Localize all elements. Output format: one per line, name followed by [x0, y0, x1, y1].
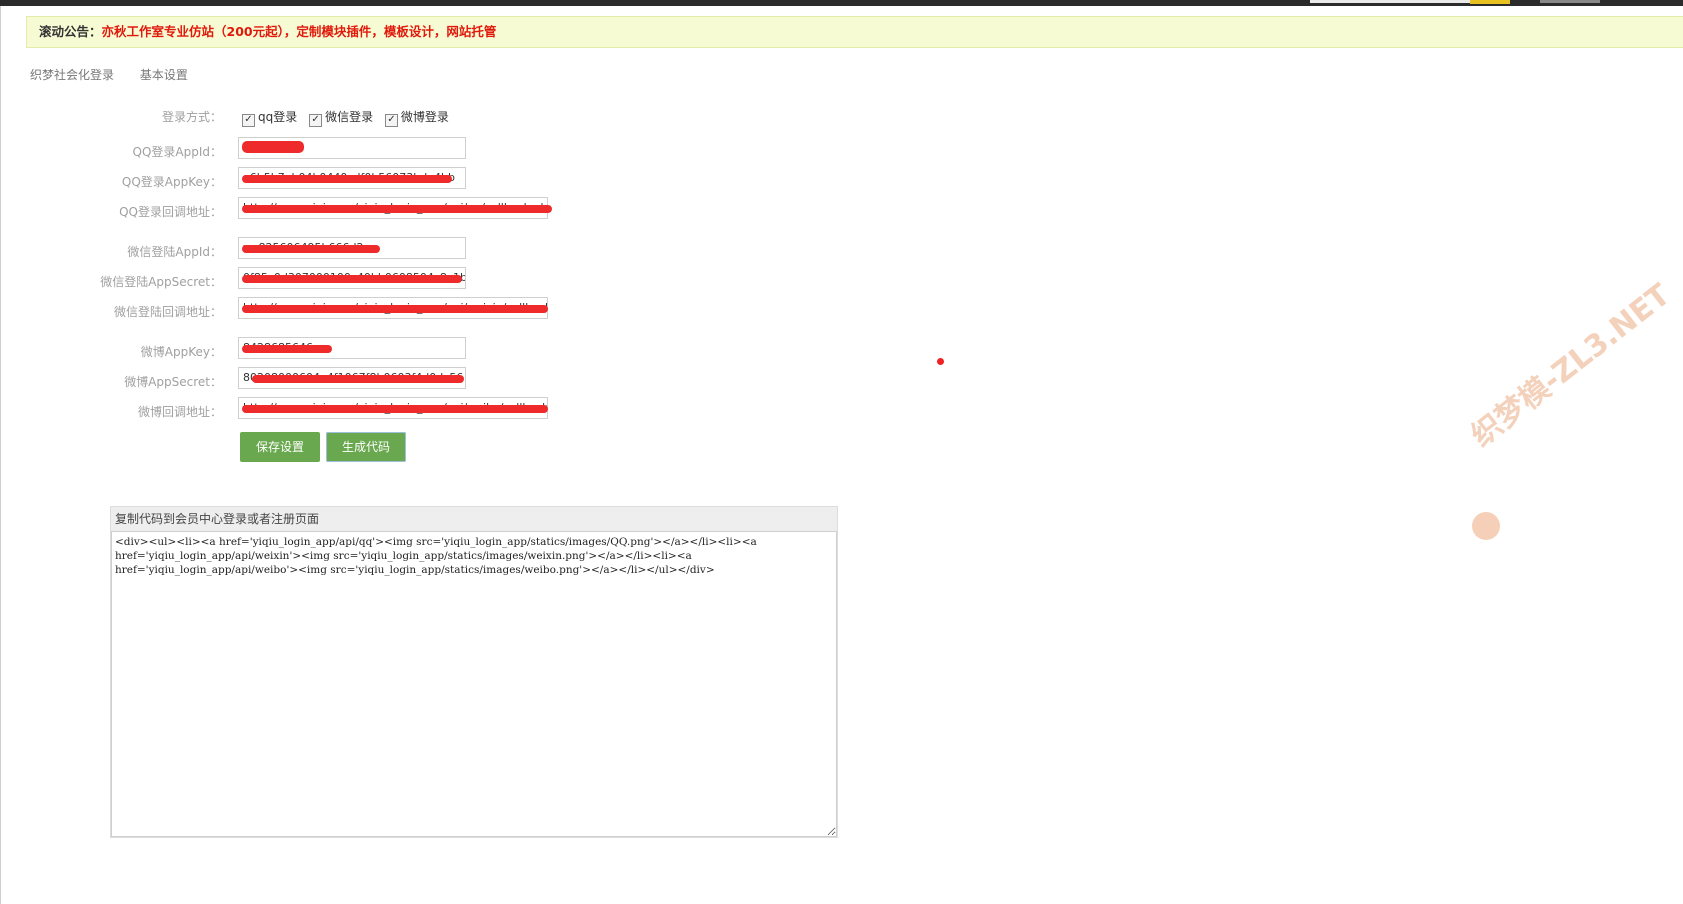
page-tabs: 织梦社会化登录 基本设置 [30, 66, 210, 83]
weibo-appsecret-label: 微博AppSecret： [124, 375, 222, 389]
red-dot [937, 358, 944, 365]
notice-message[interactable]: 亦秋工作室专业仿站（200元起），定制模块插件，模板设计，网站托管 [102, 24, 497, 39]
code-panel: 复制代码到会员中心登录或者注册页面 [110, 506, 838, 838]
checkbox-weibo[interactable]: ✓ [384, 114, 398, 127]
watermark: 织梦模-ZL3.NET [1464, 277, 1677, 454]
code-textarea[interactable] [111, 531, 837, 837]
top-search-input[interactable] [1310, 0, 1470, 3]
option-weibo[interactable]: ✓ 微博登录 [384, 110, 449, 127]
weixin-appsecret-label: 微信登陆AppSecret： [100, 275, 222, 289]
checkbox-qq[interactable]: ✓ [242, 114, 255, 127]
watermark-logo-icon [1472, 512, 1500, 540]
notice-label: 滚动公告： [39, 24, 102, 39]
redaction-mark [242, 205, 552, 213]
qq-callback-label: QQ登录回调地址： [119, 205, 222, 219]
generate-code-button[interactable]: 生成代码 [326, 432, 406, 462]
redaction-mark [242, 275, 462, 283]
redaction-mark [242, 245, 380, 253]
scroll-notice: 滚动公告：亦秋工作室专业仿站（200元起），定制模块插件，模板设计，网站托管 [26, 16, 1683, 48]
tab-social-login[interactable]: 织梦社会化登录 [30, 68, 114, 82]
weibo-appkey-label: 微博AppKey： [140, 345, 222, 359]
code-panel-header: 复制代码到会员中心登录或者注册页面 [111, 507, 837, 531]
qq-appid-label: QQ登录AppId： [132, 145, 223, 159]
weixin-appid-label: 微信登陆AppId： [127, 245, 222, 259]
option-weixin[interactable]: ✓ 微信登录 [309, 110, 373, 127]
redaction-mark [242, 345, 332, 353]
redaction-mark [252, 375, 464, 383]
top-bar [0, 0, 1683, 6]
top-search-button[interactable] [1470, 0, 1510, 4]
weixin-callback-label: 微信登陆回调地址： [113, 305, 222, 319]
weibo-callback-label: 微博回调地址： [137, 405, 222, 419]
top-user-links[interactable] [1540, 0, 1600, 3]
redaction-mark [242, 175, 452, 183]
redaction-mark [242, 305, 548, 313]
checkbox-weixin[interactable]: ✓ [309, 114, 323, 127]
left-border [0, 6, 1, 904]
redaction-mark [242, 141, 304, 153]
option-qq[interactable]: ✓ qq登录 [242, 110, 297, 127]
save-settings-button[interactable]: 保存设置 [240, 432, 320, 462]
login-method-options: ✓ qq登录 ✓ 微信登录 ✓ 微博登录 [242, 108, 457, 127]
login-method-label: 登录方式： [161, 110, 222, 124]
redaction-mark [242, 405, 548, 413]
tab-basic-settings[interactable]: 基本设置 [140, 68, 188, 82]
qq-appkey-label: QQ登录AppKey： [121, 175, 222, 189]
